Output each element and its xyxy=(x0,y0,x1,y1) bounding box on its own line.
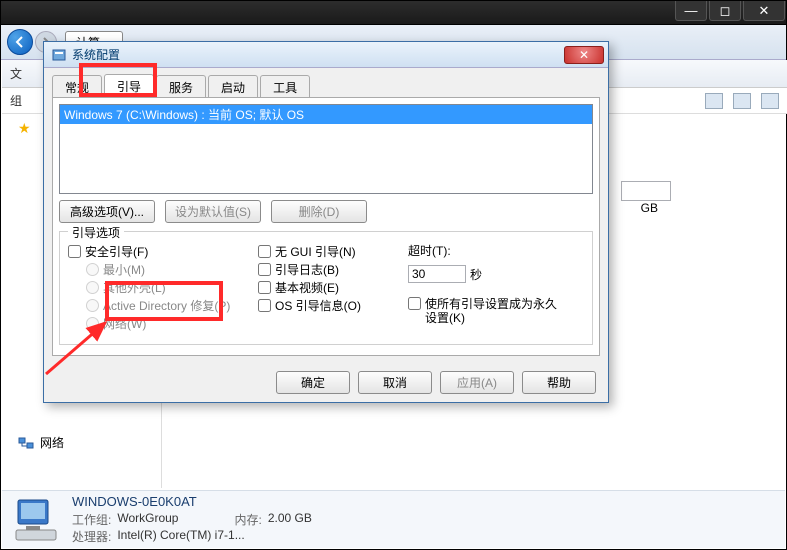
cpu-value: Intel(R) Core(TM) i7-1... xyxy=(117,528,244,545)
details-pane: WINDOWS-0E0K0AT 工作组: WorkGroup 内存: 2.00 … xyxy=(2,490,785,548)
msconfig-icon xyxy=(52,48,66,62)
preview-pane-icon[interactable] xyxy=(733,93,751,109)
bootlog-checkbox[interactable]: 引导日志(B) xyxy=(258,260,408,278)
favorites-icon: ★ xyxy=(18,120,31,137)
dialog-titlebar: 系统配置 ✕ xyxy=(44,42,608,68)
dialog-title: 系统配置 xyxy=(72,46,120,63)
msconfig-dialog: 系统配置 ✕ 常规 引导 服务 启动 工具 Windows 7 (C:\Wind… xyxy=(43,41,609,403)
minimal-radio: 最小(M) xyxy=(68,260,258,278)
network-icon xyxy=(18,435,34,451)
cpu-label: 处理器: xyxy=(72,528,111,545)
apply-button: 应用(A) xyxy=(440,371,514,394)
minimize-button[interactable]: — xyxy=(675,1,707,21)
tab-startup[interactable]: 启动 xyxy=(208,75,258,97)
nogui-checkbox[interactable]: 无 GUI 引导(N) xyxy=(258,242,408,260)
boot-options-group: 引导选项 安全引导(F) 最小(M) 其他外壳(L) Active Direct… xyxy=(59,231,593,345)
background-input[interactable] xyxy=(621,181,671,201)
osinfo-checkbox[interactable]: OS 引导信息(O) xyxy=(258,296,408,314)
view-icon[interactable] xyxy=(705,93,723,109)
tab-services[interactable]: 服务 xyxy=(156,75,206,97)
os-entry[interactable]: Windows 7 (C:\Windows) : 当前 OS; 默认 OS xyxy=(60,105,592,124)
dialog-close-button[interactable]: ✕ xyxy=(564,46,604,64)
safe-boot-checkbox[interactable]: 安全引导(F) xyxy=(68,242,258,260)
timeout-label: 超时(T): xyxy=(408,242,451,259)
group-title: 引导选项 xyxy=(68,224,124,241)
workgroup-label: 工作组: xyxy=(72,511,111,528)
dialog-button-row: 确定 取消 应用(A) 帮助 xyxy=(276,371,596,394)
tab-tools[interactable]: 工具 xyxy=(260,75,310,97)
os-list[interactable]: Windows 7 (C:\Windows) : 当前 OS; 默认 OS xyxy=(59,104,593,194)
back-button[interactable] xyxy=(7,29,33,55)
background-gb-label: GB xyxy=(641,201,658,215)
network-radio: 网络(W) xyxy=(68,314,258,332)
help-icon[interactable] xyxy=(761,93,779,109)
ad-repair-radio: Active Directory 修复(P) xyxy=(68,296,258,314)
set-default-button: 设为默认值(S) xyxy=(165,200,261,223)
memory-label: 内存: xyxy=(234,511,261,528)
timeout-unit: 秒 xyxy=(470,266,482,283)
altshell-radio: 其他外壳(L) xyxy=(68,278,258,296)
basevideo-checkbox[interactable]: 基本视频(E) xyxy=(258,278,408,296)
ok-button[interactable]: 确定 xyxy=(276,371,350,394)
computer-name: WINDOWS-0E0K0AT xyxy=(72,494,312,509)
computer-icon xyxy=(12,496,60,544)
help-button[interactable]: 帮助 xyxy=(522,371,596,394)
cancel-button[interactable]: 取消 xyxy=(358,371,432,394)
organize-stub[interactable]: 组 xyxy=(10,92,22,109)
timeout-input[interactable] xyxy=(408,265,466,283)
file-menu-stub[interactable]: 文 xyxy=(10,65,22,82)
maximize-button[interactable]: ◻ xyxy=(709,1,741,21)
parent-titlebar: — ◻ ✕ xyxy=(1,1,786,25)
tab-panel-boot: Windows 7 (C:\Windows) : 当前 OS; 默认 OS 高级… xyxy=(52,98,600,356)
close-button[interactable]: ✕ xyxy=(743,1,785,21)
sidebar-item-network[interactable]: 网络 xyxy=(18,434,64,451)
tab-boot[interactable]: 引导 xyxy=(104,74,154,97)
tab-strip: 常规 引导 服务 启动 工具 xyxy=(52,74,600,98)
sidebar-item-label: 网络 xyxy=(40,434,64,451)
permanent-checkbox[interactable]: 使所有引导设置成为永久设置(K) xyxy=(408,297,578,325)
delete-button: 删除(D) xyxy=(271,200,367,223)
memory-value: 2.00 GB xyxy=(268,511,312,528)
workgroup-value: WorkGroup xyxy=(117,511,178,528)
tab-general[interactable]: 常规 xyxy=(52,75,102,97)
advanced-options-button[interactable]: 高级选项(V)... xyxy=(59,200,155,223)
